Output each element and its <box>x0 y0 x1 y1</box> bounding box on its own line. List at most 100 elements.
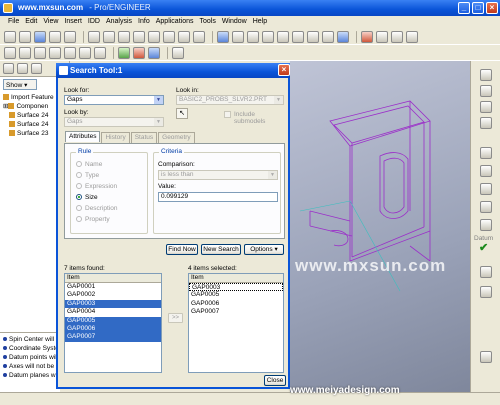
redo-icon[interactable] <box>103 30 115 43</box>
layers-icon[interactable] <box>337 30 349 43</box>
cut-icon[interactable] <box>118 30 130 43</box>
spin-center-icon[interactable] <box>232 30 244 43</box>
annotation-icon[interactable] <box>79 46 91 59</box>
model-tree-tab-icon[interactable] <box>3 63 14 74</box>
menu-help[interactable]: Help <box>250 16 270 29</box>
list-item[interactable]: GAP0006 <box>189 300 283 308</box>
pencil-edit-icon[interactable] <box>118 46 130 59</box>
dialog-close-icon[interactable]: × <box>278 64 290 76</box>
tree-item[interactable]: Surface 24 <box>3 111 54 120</box>
orient-mode-icon[interactable] <box>247 30 259 43</box>
datum-point-icon[interactable] <box>34 46 46 59</box>
rule-name-radio[interactable]: Name <box>76 161 102 168</box>
tool-icon[interactable] <box>480 351 492 363</box>
find-now-button[interactable]: Find Now <box>166 244 198 255</box>
coordinate-system-icon[interactable] <box>49 46 61 59</box>
print-icon[interactable] <box>49 30 61 43</box>
datum-analysis-icon[interactable] <box>480 219 492 231</box>
list-item[interactable]: GAP0003 <box>189 283 283 292</box>
saved-views-icon[interactable] <box>322 30 334 43</box>
show-dropdown[interactable]: Show ▾ <box>3 79 37 90</box>
save-icon[interactable] <box>34 30 46 43</box>
list-item[interactable]: GAP0001 <box>65 283 161 291</box>
datum-axis-tool-icon[interactable] <box>480 85 492 97</box>
list-item[interactable]: GAP0007 <box>189 308 283 316</box>
look-in-select[interactable]: BASIC2_PROBS_SLVR2.PRT ▼ <box>176 95 284 105</box>
sketch-icon[interactable] <box>64 46 76 59</box>
fill-tool-icon[interactable] <box>480 165 492 177</box>
list-item[interactable]: GAP0006 <box>65 324 161 334</box>
rule-description-radio[interactable]: Description <box>76 205 118 212</box>
repaint-icon[interactable] <box>217 30 229 43</box>
menu-info[interactable]: Info <box>135 16 153 29</box>
selected-items-list[interactable]: Item GAP0003 GAP0005 GAP0006 GAP0007 <box>188 273 284 373</box>
extrude-icon[interactable] <box>480 201 492 213</box>
rule-property-radio[interactable]: Property <box>76 216 110 223</box>
refit-icon[interactable] <box>292 30 304 43</box>
menu-idd[interactable]: IDD <box>85 16 103 29</box>
tree-item[interactable]: Import Feature <box>3 93 54 102</box>
datum-point-tool-icon[interactable] <box>480 117 492 129</box>
menu-file[interactable]: File <box>5 16 22 29</box>
analysis-icon[interactable] <box>133 46 145 59</box>
list-item[interactable]: GAP0005 <box>65 316 161 325</box>
value-input[interactable]: 0.099129 <box>158 192 278 202</box>
column-header-item[interactable]: Item <box>189 274 283 283</box>
column-header-item[interactable]: Item <box>65 274 161 283</box>
include-submodels-checkbox[interactable] <box>224 111 231 118</box>
datum-plane-tool-icon[interactable] <box>480 69 492 81</box>
shading-icon[interactable] <box>406 30 418 43</box>
paste-icon[interactable] <box>148 30 160 43</box>
no-hidden-icon[interactable] <box>391 30 403 43</box>
found-items-list[interactable]: Item GAP0001 GAP0002 GAP0003 GAP0004 GAP… <box>64 273 162 373</box>
look-by-select[interactable]: Gaps ▼ <box>64 117 164 127</box>
menu-tools[interactable]: Tools <box>196 16 218 29</box>
list-item[interactable]: GAP0002 <box>65 291 161 299</box>
undo-icon[interactable] <box>88 30 100 43</box>
wireframe-icon[interactable] <box>361 30 373 43</box>
list-item[interactable]: GAP0005 <box>189 291 283 299</box>
tree-item[interactable]: Surface 23 <box>3 129 54 138</box>
globe-icon[interactable] <box>148 46 160 59</box>
minimize-button[interactable]: _ <box>458 2 470 14</box>
list-item[interactable]: GAP0003 <box>65 299 161 309</box>
datum-curve-tool-icon[interactable] <box>480 101 492 113</box>
tab-history[interactable]: History <box>101 132 130 143</box>
datum-plane-icon[interactable] <box>4 46 16 59</box>
tab-geometry[interactable]: Geometry <box>158 132 195 143</box>
close-button[interactable]: Close <box>264 375 286 386</box>
move-to-selected-button[interactable]: >> <box>168 313 183 323</box>
list-item[interactable]: GAP0004 <box>65 308 161 316</box>
email-icon[interactable] <box>64 30 76 43</box>
new-file-icon[interactable] <box>4 30 16 43</box>
menu-view[interactable]: View <box>40 16 61 29</box>
plane-shape-icon[interactable] <box>480 183 492 195</box>
maximize-button[interactable]: □ <box>472 2 484 14</box>
feature-icon[interactable] <box>94 46 106 59</box>
tree-item[interactable]: Surface 24 <box>3 120 54 129</box>
close-window-button[interactable]: × <box>486 2 498 14</box>
binoculars-search-icon[interactable] <box>178 30 190 43</box>
options-button[interactable]: Options ▾ <box>244 244 284 255</box>
pick-cursor-button[interactable]: ↖ <box>176 108 188 119</box>
rule-size-radio[interactable]: Size <box>76 194 98 201</box>
comparison-select[interactable]: is less than ▼ <box>158 170 278 180</box>
context-help-icon[interactable] <box>172 46 184 59</box>
reorient-icon[interactable] <box>307 30 319 43</box>
hidden-line-icon[interactable] <box>376 30 388 43</box>
zoom-out-icon[interactable] <box>277 30 289 43</box>
sketch-tool-icon[interactable] <box>480 147 492 159</box>
list-item[interactable]: GAP0007 <box>65 333 161 342</box>
tree-item[interactable]: ⊞ Componen <box>3 102 54 111</box>
paste-special-icon[interactable] <box>163 30 175 43</box>
menu-edit[interactable]: Edit <box>22 16 40 29</box>
tool-icon[interactable] <box>480 266 492 278</box>
menu-applications[interactable]: Applications <box>153 16 197 29</box>
checkmark-icon[interactable]: ✔ <box>479 241 488 254</box>
copy-icon[interactable] <box>133 30 145 43</box>
look-for-select[interactable]: Gaps ▼ <box>64 95 164 105</box>
datum-axis-icon[interactable] <box>19 46 31 59</box>
rule-type-radio[interactable]: Type <box>76 172 99 179</box>
menu-analysis[interactable]: Analysis <box>103 16 135 29</box>
tool-icon[interactable] <box>480 286 492 298</box>
